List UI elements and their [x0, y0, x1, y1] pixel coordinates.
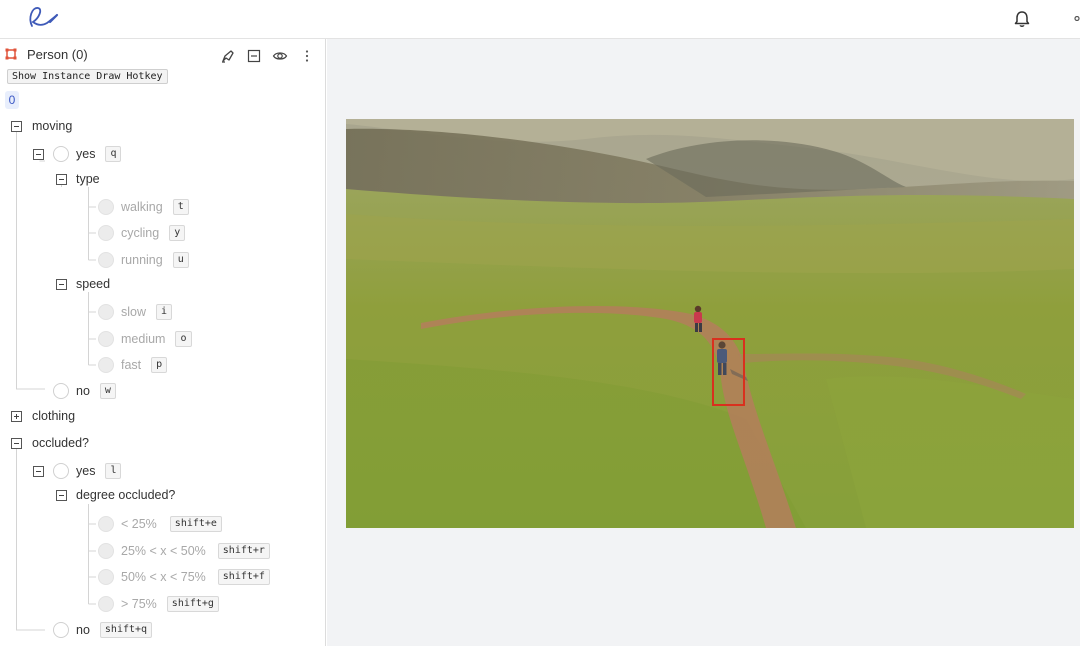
option-label: < 25%	[121, 517, 157, 531]
hotkey-badge: u	[172, 252, 189, 268]
collapse-toggle[interactable]	[56, 278, 67, 290]
option-label: yes	[76, 464, 96, 478]
radio-button[interactable]	[98, 516, 114, 532]
hotkey-badge: q	[105, 146, 122, 162]
collapse-toggle[interactable]	[11, 437, 22, 449]
collapse-toggle[interactable]	[33, 148, 44, 160]
node-label: occluded?	[32, 436, 89, 450]
hotkey-badge: shift+q	[99, 622, 153, 638]
bounding-box[interactable]	[712, 338, 745, 406]
hotkey-badge: shift+g	[166, 596, 219, 612]
option-label: running	[121, 253, 163, 267]
node-label: speed	[76, 277, 111, 291]
option-running: running u	[98, 250, 189, 270]
option-degree-3: 50% < x < 75% shift+f	[98, 567, 270, 587]
hotkey-badge: o	[175, 331, 192, 347]
option-occluded-yes: yes l	[33, 461, 122, 481]
radio-button[interactable]	[98, 304, 114, 320]
option-degree-4: > 75% shift+g	[98, 594, 219, 614]
tree-node-occluded: occluded?	[11, 433, 89, 453]
hotkey-badge: t	[172, 199, 189, 215]
option-cycling: cycling y	[98, 223, 186, 243]
option-label: cycling	[121, 226, 160, 240]
radio-button[interactable]	[98, 225, 114, 241]
option-walking: walking t	[98, 197, 189, 217]
node-label: degree occluded?	[76, 488, 176, 502]
bell-icon[interactable]	[1012, 9, 1032, 29]
tree-node-type: type	[56, 169, 100, 189]
option-label: medium	[121, 332, 166, 346]
radio-button[interactable]	[98, 357, 114, 373]
node-label: clothing	[32, 409, 76, 423]
collapse-toggle[interactable]	[56, 173, 67, 185]
option-label: fast	[121, 358, 142, 372]
hotkey-badge: y	[169, 225, 186, 241]
top-bar	[0, 0, 1080, 39]
option-label: > 75%	[121, 597, 157, 611]
tree-node-speed: speed	[56, 274, 110, 294]
attribute-tree: moving yes q type walking t cycling y ru…	[0, 39, 326, 646]
tree-node-degree-occluded: degree occluded?	[56, 485, 175, 505]
radio-button[interactable]	[53, 383, 69, 399]
option-label: no	[76, 384, 90, 398]
hotkey-badge: p	[151, 357, 168, 373]
option-moving-yes: yes q	[33, 144, 122, 164]
hotkey-badge: l	[105, 463, 122, 479]
hotkey-badge: shift+r	[217, 543, 270, 559]
radio-button[interactable]	[98, 199, 114, 215]
tree-node-moving: moving	[11, 116, 72, 136]
option-label: 25% < x < 50%	[121, 544, 206, 558]
attribute-panel: Person (0) Show Instance Draw Hotkey 0 m…	[0, 39, 326, 646]
collapse-toggle[interactable]	[11, 120, 22, 132]
radio-button[interactable]	[98, 543, 114, 559]
scene-image	[346, 119, 1074, 528]
radio-button[interactable]	[98, 331, 114, 347]
option-moving-no: no w	[53, 381, 116, 401]
option-label: 50% < x < 75%	[121, 570, 206, 584]
node-label: moving	[32, 119, 73, 133]
radio-button[interactable]	[98, 252, 114, 268]
hotkey-badge: shift+f	[217, 569, 270, 585]
option-label: walking	[121, 200, 163, 214]
runner-red-shirt	[694, 305, 702, 332]
option-degree-1: < 25% shift+e	[98, 514, 222, 534]
signature-logo-icon[interactable]	[26, 4, 60, 32]
option-degree-2: 25% < x < 50% shift+r	[98, 541, 270, 561]
option-medium: medium o	[98, 329, 192, 349]
radio-button[interactable]	[98, 596, 114, 612]
video-frame[interactable]	[346, 119, 1074, 528]
option-slow: slow i	[98, 302, 173, 322]
option-fast: fast p	[98, 355, 168, 375]
expand-toggle[interactable]	[11, 410, 22, 422]
option-label: slow	[121, 305, 147, 319]
radio-button[interactable]	[53, 146, 69, 162]
collapse-toggle[interactable]	[56, 489, 67, 501]
radio-button[interactable]	[98, 569, 114, 585]
radio-button[interactable]	[53, 463, 69, 479]
option-label: no	[76, 623, 90, 637]
hotkey-badge: i	[156, 304, 173, 320]
node-label: type	[76, 172, 100, 186]
tree-node-clothing: clothing	[11, 406, 75, 426]
option-occluded-no: no shift+q	[53, 620, 153, 640]
annotation-workspace[interactable]	[327, 39, 1080, 646]
option-label: yes	[76, 147, 96, 161]
collapse-toggle[interactable]	[33, 465, 44, 477]
overflow-icon[interactable]	[1073, 16, 1080, 21]
hotkey-badge: w	[99, 383, 116, 399]
radio-button[interactable]	[53, 622, 69, 638]
hotkey-badge: shift+e	[169, 516, 222, 532]
